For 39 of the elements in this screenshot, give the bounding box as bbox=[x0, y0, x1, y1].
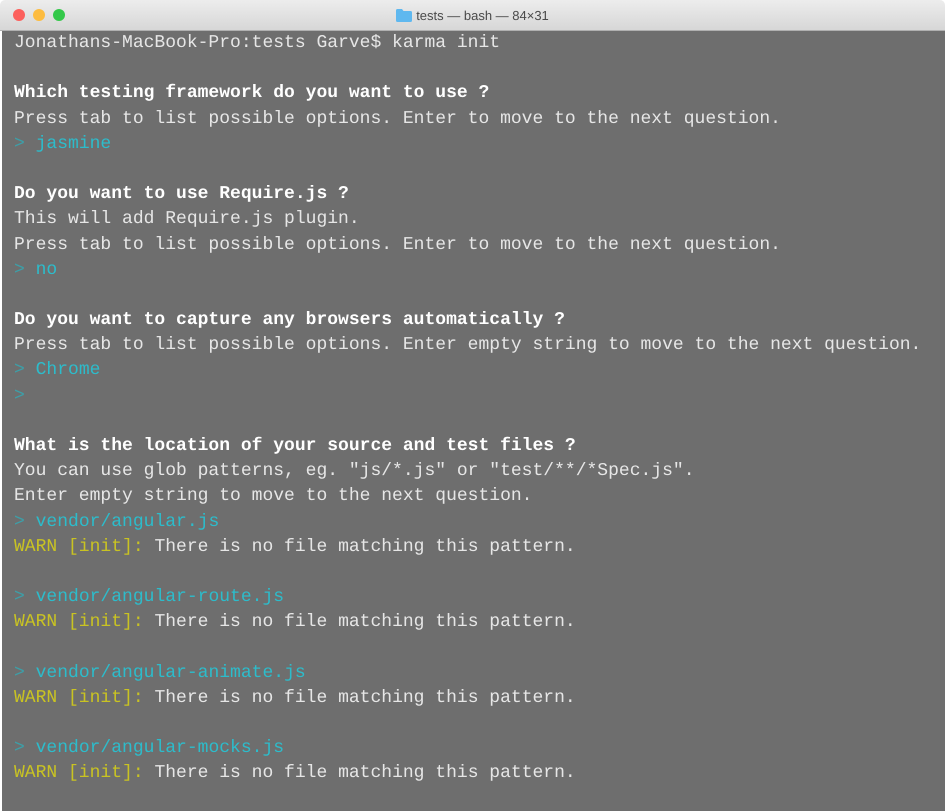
answer-text: Chrome bbox=[36, 360, 100, 380]
warning-message: There is no file matching this pattern. bbox=[154, 612, 576, 632]
prompt-marker: > bbox=[14, 386, 25, 406]
info-text: Enter empty string to move to the next question. bbox=[14, 486, 532, 506]
folder-icon bbox=[396, 8, 412, 22]
question-text: Which testing framework do you want to use ? bbox=[14, 83, 490, 104]
command-line: Jonathans-MacBook-Pro:tests Garve$ karma init bbox=[14, 33, 500, 53]
window-title: tests — bash — 84×31 bbox=[416, 8, 549, 22]
question-text: What is the location of your source and test files ? bbox=[14, 436, 576, 456]
warning-label: WARN [init]: bbox=[14, 688, 144, 708]
info-text: Press tab to list possible options. Enter empty string to move to the next question. bbox=[14, 335, 922, 356]
prompt-marker: > bbox=[14, 587, 25, 608]
prompt-marker: > bbox=[14, 134, 25, 154]
warning-message: There is no file matching this pattern. bbox=[154, 536, 576, 557]
warning-label: WARN [init]: bbox=[14, 612, 144, 632]
prompt-marker: > bbox=[14, 738, 25, 758]
info-text: Press tab to list possible options. Enter to move to the next question. bbox=[14, 234, 781, 254]
answer-text: jasmine bbox=[36, 134, 112, 154]
question-text: Do you want to capture any browsers automatically ? bbox=[14, 310, 565, 330]
prompt-marker: > bbox=[14, 360, 25, 380]
info-text: You can use glob patterns, eg. "js/*.js" or "test/**/*Spec.js". bbox=[14, 461, 695, 482]
answer-text: vendor/angular.js bbox=[36, 512, 220, 532]
warning-message: There is no file matching this pattern. bbox=[154, 763, 576, 784]
info-text: This will add Require.js plugin. bbox=[14, 209, 360, 230]
warning-message: There is no file matching this pattern. bbox=[154, 688, 576, 708]
warning-label: WARN [init]: bbox=[14, 763, 144, 784]
answer-text: no bbox=[36, 260, 58, 280]
question-text: Do you want to use Require.js ? bbox=[14, 184, 349, 204]
answer-text: vendor/angular-animate.js bbox=[36, 662, 306, 683]
zoom-button[interactable] bbox=[53, 9, 65, 21]
minimize-button[interactable] bbox=[33, 9, 45, 21]
prompt-marker: > bbox=[14, 260, 25, 280]
info-text: Press tab to list possible options. Enter to move to the next question. bbox=[14, 108, 781, 129]
close-button[interactable] bbox=[13, 9, 25, 21]
answer-text: vendor/angular-route.js bbox=[36, 587, 284, 608]
warning-label: WARN [init]: bbox=[14, 536, 144, 557]
prompt-marker: > bbox=[14, 662, 25, 683]
answer-text: vendor/angular-mocks.js bbox=[36, 738, 284, 758]
prompt-marker: > bbox=[14, 512, 25, 532]
